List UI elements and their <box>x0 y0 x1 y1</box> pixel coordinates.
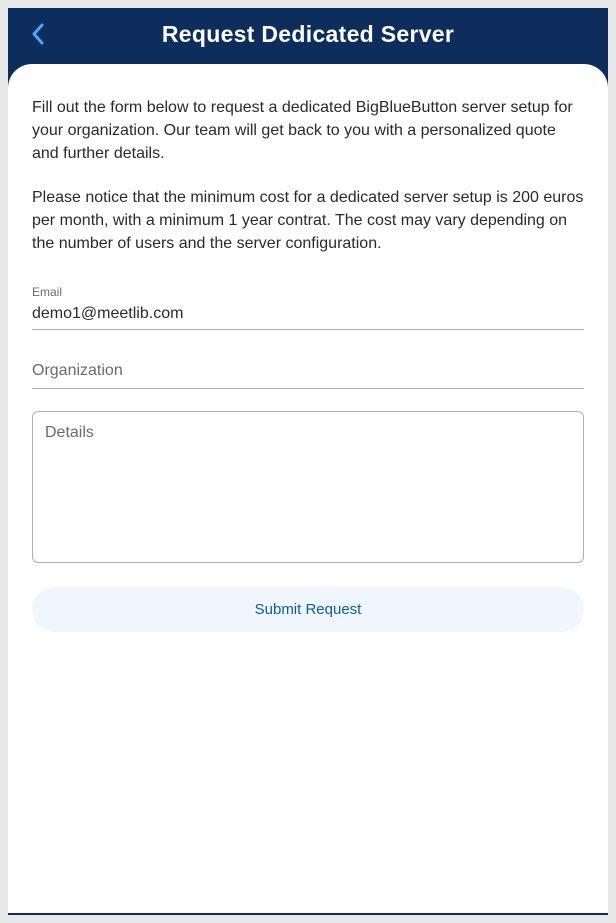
page-title: Request Dedicated Server <box>162 21 454 48</box>
email-field-group: Email <box>32 285 584 330</box>
details-input[interactable] <box>45 424 571 550</box>
submit-request-button[interactable]: Submit Request <box>32 587 584 632</box>
back-icon[interactable] <box>24 20 52 48</box>
intro-paragraph-1: Fill out the form below to request a ded… <box>32 96 584 166</box>
organization-field-group <box>32 352 584 389</box>
email-label: Email <box>32 285 584 299</box>
form-card: Fill out the form below to request a ded… <box>8 64 608 913</box>
details-field-group <box>32 411 584 563</box>
organization-input[interactable] <box>32 352 584 389</box>
intro-paragraph-2: Please notice that the minimum cost for … <box>32 186 584 256</box>
email-input[interactable] <box>32 301 584 330</box>
header: Request Dedicated Server <box>8 8 608 64</box>
